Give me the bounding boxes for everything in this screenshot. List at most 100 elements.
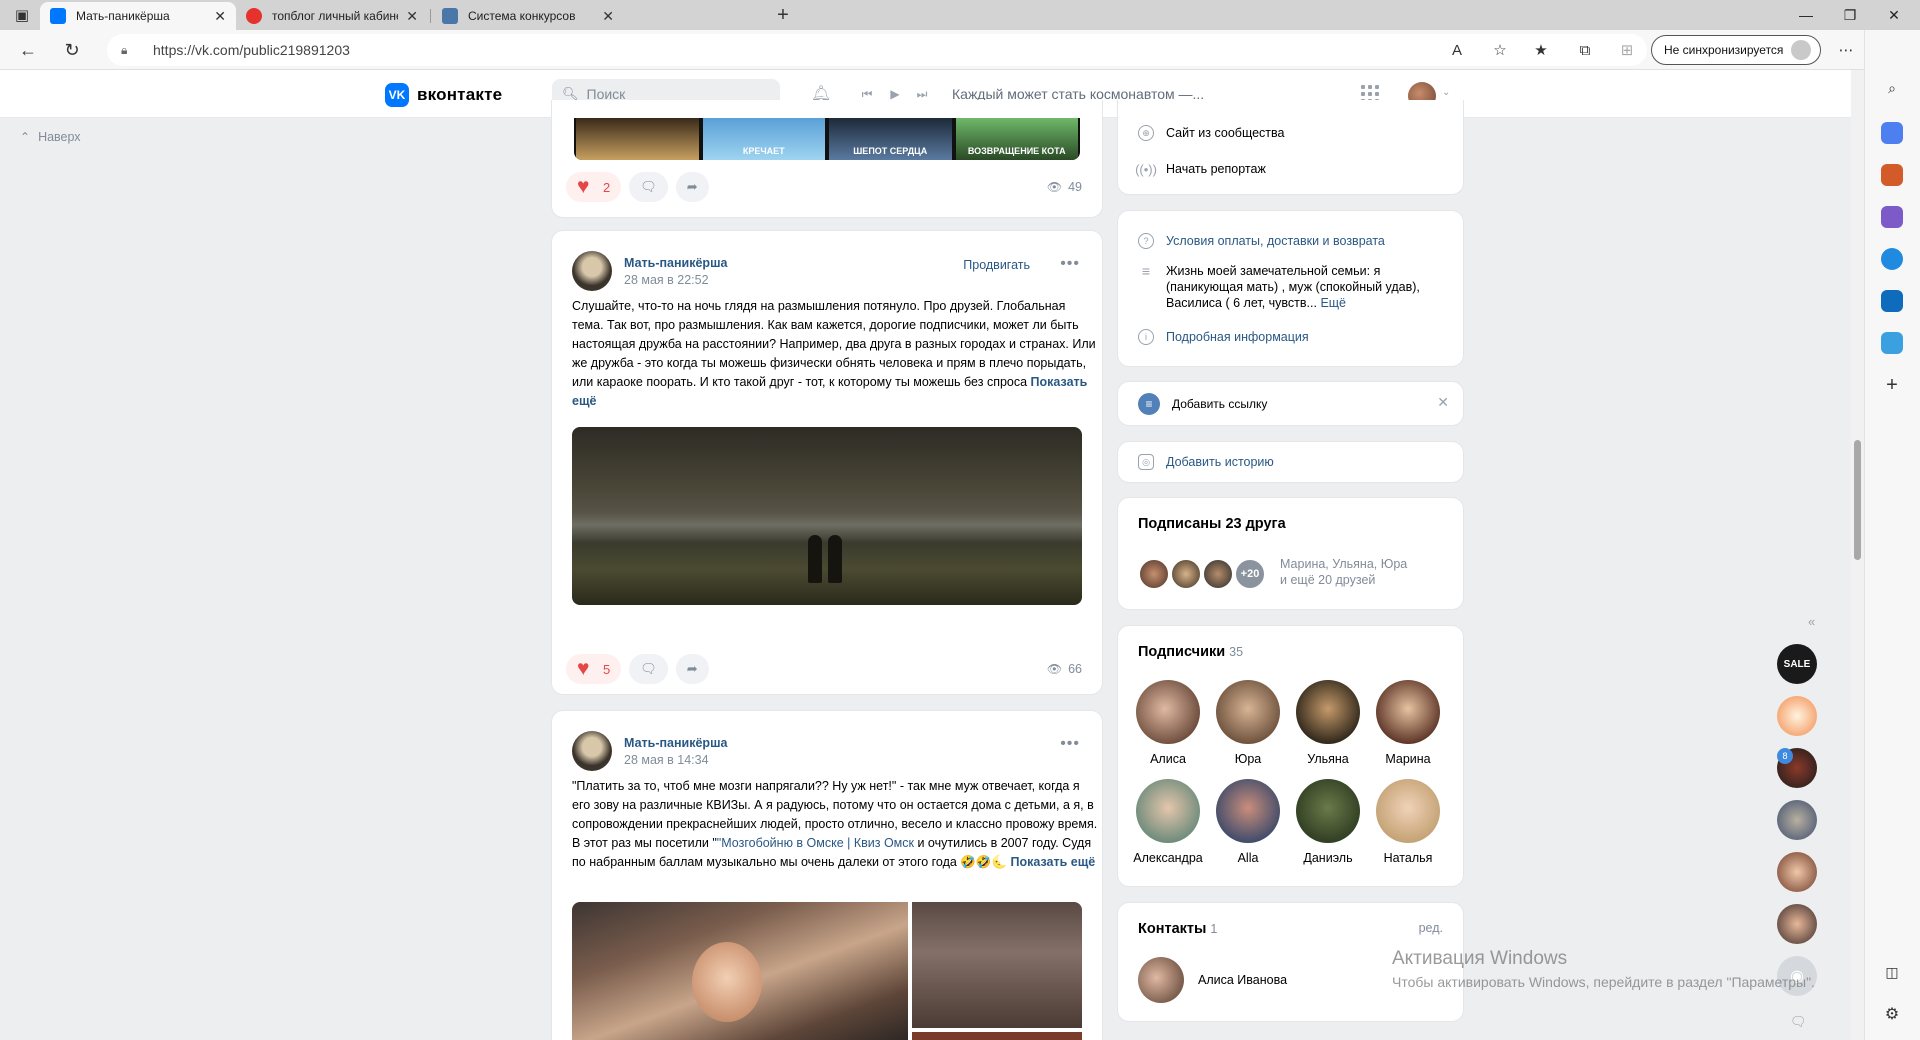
more-menu-icon[interactable]: ⋯ <box>1834 38 1858 62</box>
sidebar-add-icon[interactable]: + <box>1881 374 1903 396</box>
favorites-icon[interactable]: ★ <box>1529 38 1553 62</box>
chat-avatar[interactable]: SALE <box>1777 644 1817 684</box>
add-story-button[interactable]: ◎ Добавить историю <box>1138 454 1274 470</box>
subscriber-item[interactable]: Даниэль <box>1293 779 1363 865</box>
sidebar-outlook-icon[interactable] <box>1881 290 1903 312</box>
subscriber-item[interactable]: Ульяна <box>1293 680 1363 766</box>
collections-icon[interactable]: ⧉ <box>1573 38 1597 62</box>
page-scrollbar[interactable] <box>1851 70 1864 1040</box>
chat-avatar[interactable]: 8 <box>1777 748 1817 788</box>
post-author[interactable]: Мать-паникёрша <box>624 256 727 270</box>
comment-button[interactable]: 🗨︎ <box>629 654 668 684</box>
vk-logo[interactable]: VK вконтакте <box>385 83 502 107</box>
add-link-block[interactable]: ≡ Добавить ссылку ✕ <box>1117 381 1464 426</box>
subscriber-avatar <box>1376 680 1440 744</box>
chat-bubble-icon[interactable]: 🗨︎ <box>1790 1014 1807 1030</box>
friend-avatar[interactable] <box>1202 558 1234 590</box>
friend-avatar[interactable] <box>1138 558 1170 590</box>
post-photo[interactable] <box>572 427 1082 605</box>
post-author[interactable]: Мать-паникёрша <box>624 736 727 750</box>
close-icon[interactable]: ✕ <box>1437 394 1449 411</box>
sidebar-shopping-icon[interactable] <box>1881 122 1903 144</box>
vk-favicon-icon <box>50 8 66 24</box>
add-favorite-icon[interactable]: ☆ <box>1488 38 1512 62</box>
sidebar-settings-icon[interactable]: ⚙ <box>1881 1004 1903 1026</box>
restore-icon[interactable]: ❐ <box>1828 0 1872 30</box>
close-tab-icon[interactable]: ✕ <box>214 8 226 25</box>
chevron-down-icon[interactable]: ⌄ <box>1442 87 1450 98</box>
post-image-strip[interactable]: КРЕЧАЕТ ШЕПОТ СЕРДЦА ВОЗВРАЩЕНИЕ КОТА <box>574 118 1080 160</box>
show-more-link[interactable]: Показать ещё <box>1011 855 1096 869</box>
broadcast-icon: ((•)) <box>1135 161 1157 177</box>
community-avatar[interactable] <box>572 251 612 291</box>
share-button[interactable]: ➦ <box>675 654 709 684</box>
scrollbar-thumb[interactable] <box>1854 440 1861 560</box>
read-aloud-icon[interactable]: A <box>1445 38 1469 62</box>
post-card: КРЕЧАЕТ ШЕПОТ СЕРДЦА ВОЗВРАЩЕНИЕ КОТА 2 … <box>551 100 1103 218</box>
extensions-icon[interactable]: ⊞ <box>1615 38 1639 62</box>
post-menu-icon[interactable]: ••• <box>1060 255 1080 273</box>
close-window-icon[interactable]: ✕ <box>1872 0 1916 30</box>
details-link[interactable]: i Подробная информация <box>1138 329 1309 345</box>
contact-item[interactable]: Алиса Иванова <box>1138 957 1287 1003</box>
post-date[interactable]: 28 мая в 14:34 <box>624 753 727 767</box>
sidebar-drop-icon[interactable] <box>1881 332 1903 354</box>
chat-avatar[interactable] <box>1777 852 1817 892</box>
quiz-link[interactable]: "Мозгобойню в Омске | Квиз Омск <box>717 836 914 850</box>
sync-button[interactable]: Не синхронизируется <box>1651 35 1821 65</box>
subscribers-title[interactable]: Подписчики 35 <box>1138 644 1243 660</box>
chat-avatar[interactable] <box>1777 904 1817 944</box>
friends-title[interactable]: Подписаны 23 друга <box>1138 516 1286 532</box>
new-tab-icon[interactable]: + <box>771 3 795 27</box>
post-menu-icon[interactable]: ••• <box>1060 735 1080 753</box>
sidebar-layout-icon[interactable]: ◫ <box>1881 964 1903 986</box>
subscriber-item[interactable]: Юра <box>1213 680 1283 766</box>
sidebar-search-icon[interactable]: ⌕ <box>1881 80 1903 102</box>
close-tab-icon[interactable]: ✕ <box>406 8 418 25</box>
post-photo[interactable] <box>912 1032 1082 1040</box>
description-more-link[interactable]: Ещё <box>1320 296 1346 310</box>
like-button[interactable]: 5 <box>566 654 622 684</box>
close-tab-icon[interactable]: ✕ <box>602 8 614 25</box>
post-photo[interactable] <box>912 902 1082 1028</box>
more-friends-badge[interactable]: +20 <box>1234 558 1266 590</box>
tab-2[interactable]: топблог личный кабинет — Янд ✕ <box>236 2 428 30</box>
add-link-button[interactable]: ≡ Добавить ссылку <box>1138 393 1267 415</box>
chat-avatar[interactable] <box>1777 800 1817 840</box>
contacts-title[interactable]: Контакты 1 <box>1138 921 1217 937</box>
share-button[interactable]: ➦ <box>675 172 709 202</box>
friend-avatar[interactable] <box>1170 558 1202 590</box>
chat-avatar[interactable] <box>1777 696 1817 736</box>
collapse-rail-icon[interactable]: « <box>1808 614 1815 629</box>
post-date[interactable]: 28 мая в 22:52 <box>624 273 727 287</box>
like-button[interactable]: 2 <box>566 172 622 202</box>
sidebar-tools-icon[interactable] <box>1881 164 1903 186</box>
sidebar-office-icon[interactable] <box>1881 248 1903 270</box>
conditions-link[interactable]: ? Условия оплаты, доставки и возврата <box>1138 233 1385 249</box>
url-field[interactable]: 🔒︎ https://vk.com/public219891203 <box>107 34 1647 66</box>
tab-actions-icon[interactable]: ▣ <box>10 3 34 27</box>
friends-names[interactable]: Марина, Ульяна, Юра и ещё 20 друзей <box>1280 556 1407 588</box>
subscriber-item[interactable]: Алиса <box>1133 680 1203 766</box>
post-photo[interactable] <box>572 902 908 1040</box>
views-counter: 👁︎ 49 <box>1046 180 1082 194</box>
promote-button[interactable]: Продвигать <box>963 258 1030 272</box>
subscriber-item[interactable]: Наталья <box>1373 779 1443 865</box>
start-stream-link[interactable]: ((•)) Начать репортаж <box>1135 161 1266 177</box>
community-avatar[interactable] <box>572 731 612 771</box>
site-link[interactable]: ⊕ Сайт из сообщества <box>1138 125 1284 141</box>
back-icon[interactable]: ← <box>14 38 42 62</box>
tab-1[interactable]: Мать-паникёрша ✕ <box>40 2 236 30</box>
subscriber-item[interactable]: Alla <box>1213 779 1283 865</box>
subscriber-item[interactable]: Александра <box>1133 779 1203 865</box>
add-story-block[interactable]: ◎ Добавить историю <box>1117 441 1464 483</box>
edit-contacts-link[interactable]: ред. <box>1419 921 1443 935</box>
subscriber-item[interactable]: Марина <box>1373 680 1443 766</box>
comment-button[interactable]: 🗨︎ <box>629 172 668 202</box>
sidebar-games-icon[interactable] <box>1881 206 1903 228</box>
tab-3[interactable]: Система конкурсов ✕ <box>432 2 624 30</box>
minimize-icon[interactable]: — <box>1784 0 1828 30</box>
post-photo-grid <box>572 902 1082 1040</box>
back-to-top-link[interactable]: ⌃ Наверх <box>20 130 81 144</box>
refresh-icon[interactable]: ↻ <box>58 38 86 62</box>
